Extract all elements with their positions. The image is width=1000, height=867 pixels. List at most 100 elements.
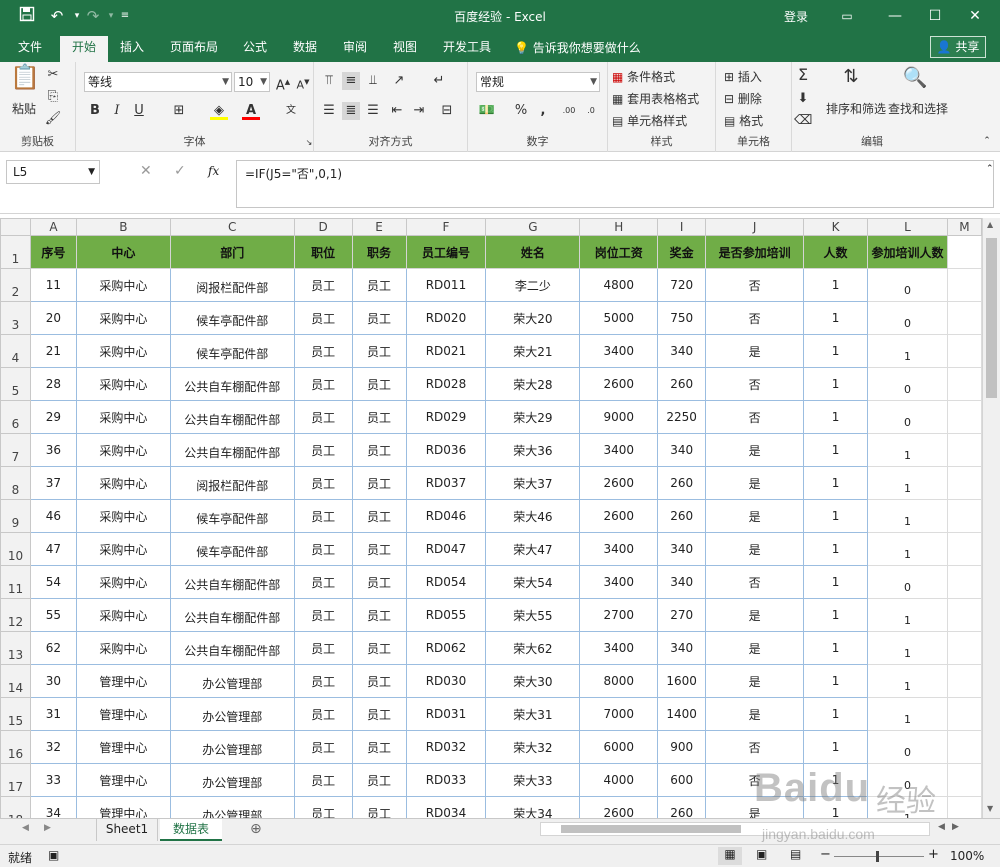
column-header[interactable]: L (866, 218, 948, 236)
decrease-indent-icon[interactable]: ⇤ (388, 102, 406, 120)
table-cell[interactable]: 阅报栏配件部 (169, 466, 295, 500)
table-cell[interactable]: 1 (803, 367, 868, 401)
table-cell[interactable]: 是 (705, 598, 805, 632)
table-cell[interactable]: 管理中心 (75, 730, 171, 764)
table-cell[interactable] (946, 466, 982, 500)
table-cell[interactable]: 员工 (351, 268, 407, 302)
table-cell[interactable]: 否 (705, 400, 805, 434)
worksheet-table[interactable]: A B C D E F G H I J K L M 1 序号 中心 部门 职位 职务 员工编号 姓名 岗位工资 奖金 是否参加… (0, 218, 982, 818)
table-cell[interactable]: 55 (29, 598, 77, 632)
table-cell[interactable]: 600 (657, 763, 707, 797)
table-cell[interactable]: 是 (705, 664, 805, 698)
table-cell[interactable]: 采购中心 (75, 466, 171, 500)
scroll-thumb[interactable] (986, 238, 997, 398)
prev-sheet-icon[interactable]: ◀ (22, 823, 29, 833)
table-cell[interactable]: 采购中心 (75, 400, 171, 434)
copy-icon[interactable]: ⎘ (44, 88, 62, 106)
table-cell[interactable]: RD029 (405, 400, 487, 434)
table-cell[interactable]: RD020 (405, 301, 487, 335)
table-cell[interactable]: 否 (705, 367, 805, 401)
table-cell[interactable]: RD030 (405, 664, 487, 698)
table-cell[interactable]: 荣大31 (485, 697, 581, 731)
row-header[interactable]: 17 (0, 763, 31, 797)
table-cell[interactable] (946, 499, 982, 533)
share-button[interactable]: 👤 共享 (930, 36, 986, 58)
table-cell[interactable]: 1 (803, 532, 868, 566)
row-header[interactable]: 14 (0, 664, 31, 698)
table-cell[interactable]: 是 (705, 499, 805, 533)
align-right-icon[interactable]: ☰ (364, 102, 382, 120)
table-cell[interactable]: 员工 (293, 334, 353, 368)
table-cell[interactable]: 30 (29, 664, 77, 698)
table-cell[interactable]: 是 (705, 631, 805, 665)
table-cell[interactable] (946, 697, 982, 731)
table-cell[interactable]: 260 (657, 796, 707, 818)
table-cell[interactable]: 管理中心 (75, 697, 171, 731)
table-cell[interactable] (946, 433, 982, 467)
phonetic-icon[interactable]: 文 (282, 102, 300, 120)
minimize-icon[interactable]: — (880, 4, 910, 28)
row-header[interactable]: 2 (0, 268, 31, 302)
header-cell[interactable]: 是否参加培训 (705, 235, 805, 269)
paste-icon[interactable]: 📋 (10, 65, 40, 98)
table-cell[interactable]: 1 (803, 433, 868, 467)
table-cell[interactable]: 荣大34 (485, 796, 581, 818)
increase-decimal-icon[interactable]: .00 (560, 102, 578, 120)
table-cell[interactable]: 员工 (293, 367, 353, 401)
row-header[interactable]: 6 (0, 400, 31, 434)
table-cell[interactable]: 公共自车棚配件部 (169, 598, 295, 632)
table-cell[interactable]: 荣大32 (485, 730, 581, 764)
table-cell[interactable]: 管理中心 (75, 664, 171, 698)
table-cell[interactable]: 办公管理部 (169, 730, 295, 764)
table-cell[interactable]: 1 (803, 301, 868, 335)
column-header[interactable]: D (293, 218, 353, 236)
scroll-down-icon[interactable]: ▼ (987, 804, 993, 813)
table-cell[interactable]: 公共自车棚配件部 (169, 631, 295, 665)
paste-button[interactable]: 粘贴 (12, 100, 36, 117)
table-cell[interactable] (946, 334, 982, 368)
conditional-formatting-button[interactable]: ▦ 条件格式 (612, 68, 675, 85)
header-cell[interactable]: 职务 (351, 235, 407, 269)
percent-button[interactable]: % (512, 102, 530, 120)
table-cell[interactable]: 员工 (351, 334, 407, 368)
table-cell[interactable]: 荣大30 (485, 664, 581, 698)
borders-icon[interactable]: ⊞ (170, 102, 188, 120)
table-cell[interactable]: 3400 (579, 565, 659, 599)
align-left-icon[interactable]: ☰ (320, 102, 338, 120)
table-cell[interactable]: RD047 (405, 532, 487, 566)
table-cell[interactable]: 32 (29, 730, 77, 764)
maximize-icon[interactable]: ☐ (920, 4, 950, 28)
table-cell[interactable]: 员工 (351, 565, 407, 599)
table-cell[interactable]: 员工 (293, 400, 353, 434)
table-cell[interactable]: 荣大29 (485, 400, 581, 434)
currency-icon[interactable]: 💵 (478, 102, 496, 120)
row-header[interactable]: 11 (0, 565, 31, 599)
login-link[interactable]: 登录 (784, 8, 808, 25)
table-cell[interactable]: 办公管理部 (169, 796, 295, 818)
horizontal-scroll-thumb[interactable] (561, 825, 741, 833)
normal-view-icon[interactable]: ▦ (718, 847, 742, 865)
table-cell[interactable]: 1 (866, 334, 948, 368)
table-cell[interactable]: 员工 (293, 499, 353, 533)
table-cell[interactable]: 3400 (579, 532, 659, 566)
table-cell[interactable]: 是 (705, 466, 805, 500)
table-cell[interactable]: 2600 (579, 367, 659, 401)
table-cell[interactable]: 荣大62 (485, 631, 581, 665)
close-icon[interactable]: ✕ (960, 4, 990, 28)
header-cell[interactable]: 奖金 (657, 235, 707, 269)
table-cell[interactable]: RD034 (405, 796, 487, 818)
align-bottom-icon[interactable]: ⫫ (364, 72, 382, 90)
table-cell[interactable]: 260 (657, 466, 707, 500)
table-cell[interactable]: 1400 (657, 697, 707, 731)
table-cell[interactable]: 0 (866, 400, 948, 434)
table-cell[interactable]: 260 (657, 499, 707, 533)
table-cell[interactable]: 是 (705, 697, 805, 731)
table-cell[interactable]: 员工 (293, 532, 353, 566)
table-cell[interactable]: 36 (29, 433, 77, 467)
table-cell[interactable]: 员工 (293, 664, 353, 698)
table-cell[interactable]: 荣大37 (485, 466, 581, 500)
header-cell[interactable]: 中心 (75, 235, 171, 269)
zoom-slider[interactable] (834, 851, 924, 862)
find-select-icon[interactable]: 🔍 (902, 67, 928, 96)
table-cell[interactable]: RD031 (405, 697, 487, 731)
